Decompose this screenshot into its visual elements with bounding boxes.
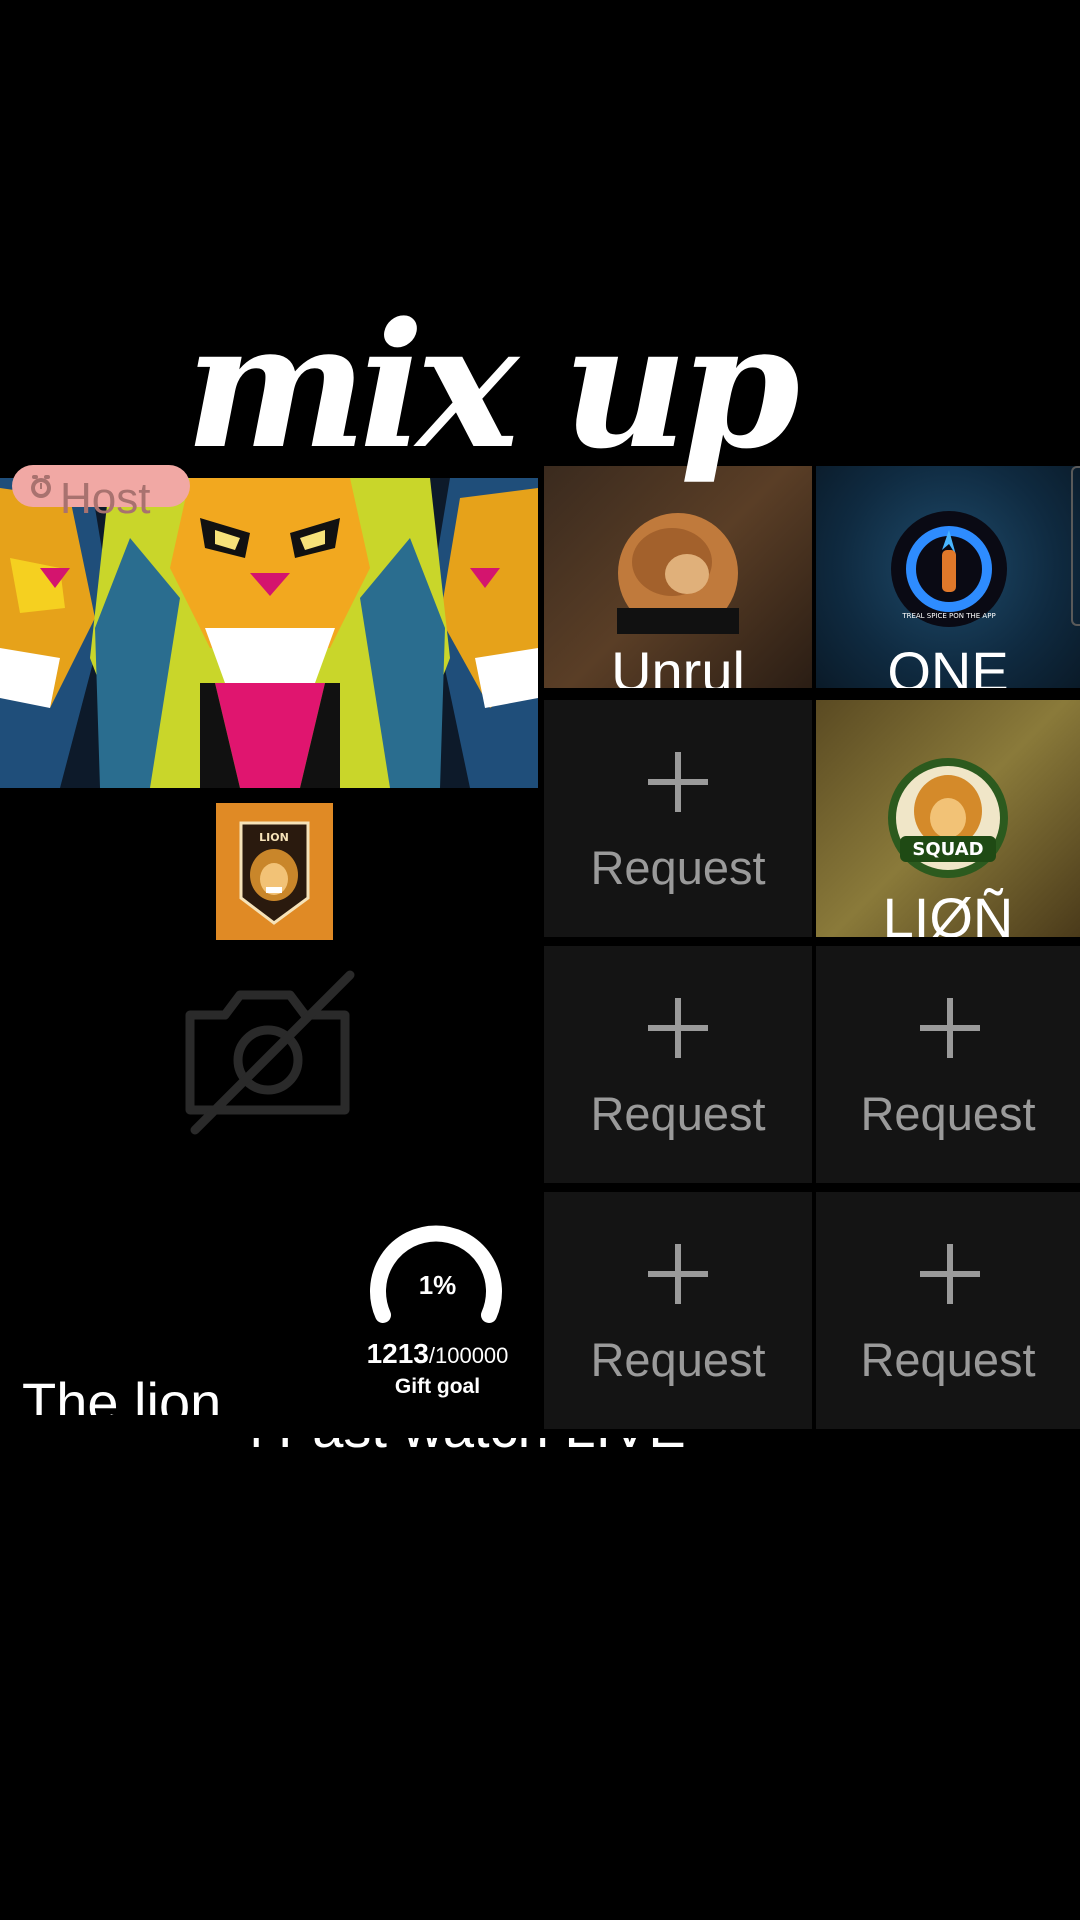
request-slot-4[interactable]: Request <box>544 1192 812 1429</box>
gift-goal-label: Gift goal <box>394 1375 481 1398</box>
guest-2-logo-text: TREAL SPICE PON THE APP <box>901 612 995 620</box>
request-label: Request <box>590 841 766 894</box>
host-avatar-text: LION <box>259 831 289 844</box>
guest-tile-1[interactable]: Unrul <box>544 466 812 688</box>
guest-3-logo-text: SQUAD <box>912 839 983 860</box>
guest-tile-3[interactable]: SQUAD LIØÑ <box>816 700 1080 937</box>
host-video-tile[interactable] <box>0 478 538 788</box>
request-slot-1[interactable]: Request <box>544 700 812 937</box>
guest-name-3: LIØÑ <box>882 886 1014 938</box>
plus-icon <box>648 752 708 812</box>
guest-name-2: ONE <box>887 640 1009 689</box>
request-label: Request <box>590 1333 766 1386</box>
guest-tile-2[interactable]: TREAL SPICE PON THE APP ONE <box>816 466 1080 688</box>
plus-icon <box>920 1244 980 1304</box>
bottom-caption-container: l Fast watch LIVE <box>250 1438 870 1456</box>
plus-icon <box>648 998 708 1058</box>
request-label: Request <box>860 1333 1036 1386</box>
request-slot-3[interactable]: Request <box>816 946 1080 1183</box>
guest-avatar-3: SQUAD <box>888 758 1008 878</box>
gift-goal-widget[interactable]: 1% 1213/100000 Gift goal <box>345 1215 530 1405</box>
request-label: Request <box>860 1087 1036 1140</box>
guest-avatar-2: TREAL SPICE PON THE APP <box>891 511 1007 627</box>
gift-goal-percent: 1% <box>418 1270 457 1300</box>
request-label: Request <box>590 1087 766 1140</box>
host-avatar[interactable]: LION <box>216 803 333 940</box>
plus-icon <box>920 998 980 1058</box>
request-slot-2[interactable]: Request <box>544 946 812 1183</box>
guest-name-1: Unrul <box>611 640 745 689</box>
gift-goal-count: 1213/100000 <box>345 1338 530 1370</box>
alarm-clock-icon <box>31 475 51 498</box>
lion-logo-image: LION <box>216 803 333 940</box>
host-name-container: The lion <box>22 1365 322 1416</box>
side-drawer-handle[interactable] <box>1071 466 1080 626</box>
guest-avatar-1 <box>617 513 739 634</box>
gift-goal-current: 1213 <box>366 1338 429 1369</box>
request-slot-5[interactable]: Request <box>816 1192 1080 1429</box>
camera-off-icon[interactable] <box>180 965 355 1135</box>
host-badge-label: Host <box>60 474 151 523</box>
host-badge: Host <box>12 465 190 521</box>
bottom-caption: l Fast watch LIVE <box>250 1438 870 1456</box>
gift-goal-total: /100000 <box>428 1343 509 1368</box>
host-name: The lion <box>22 1371 222 1416</box>
lion-artwork-image <box>0 478 538 788</box>
plus-icon <box>648 1244 708 1304</box>
overlay-title: mix up <box>185 284 800 487</box>
